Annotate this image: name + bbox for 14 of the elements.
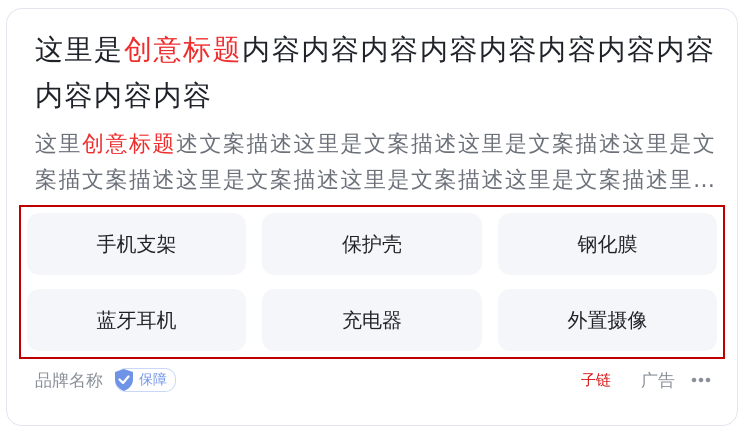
category-chip[interactable]: 钢化膜	[498, 213, 717, 275]
sub-link[interactable]: 子链	[581, 370, 611, 390]
ad-description: 这里创意标题述文案描述这里是文案描述这里是文案描述这里是文案描文案描述这里是文案描述这里是文案描述这里是文案描述里…	[34, 131, 718, 195]
more-icon[interactable]	[691, 377, 711, 383]
shield-check-icon	[113, 368, 135, 392]
category-chip[interactable]: 外置摄像	[498, 289, 717, 351]
ad-label: 广告	[641, 370, 675, 392]
category-chip[interactable]: 蓝牙耳机	[27, 289, 246, 351]
brand-name: 品牌名称	[35, 370, 103, 392]
category-chip[interactable]: 充电器	[262, 289, 482, 351]
category-chip[interactable]: 手机支架	[27, 213, 246, 275]
category-chip[interactable]: 保护壳	[262, 213, 482, 275]
ad-title: 这里是创意标题内容内容内容内容内容内容内容内容内容内容内容	[34, 32, 717, 114]
guarantee-badge: 保障	[115, 368, 176, 392]
